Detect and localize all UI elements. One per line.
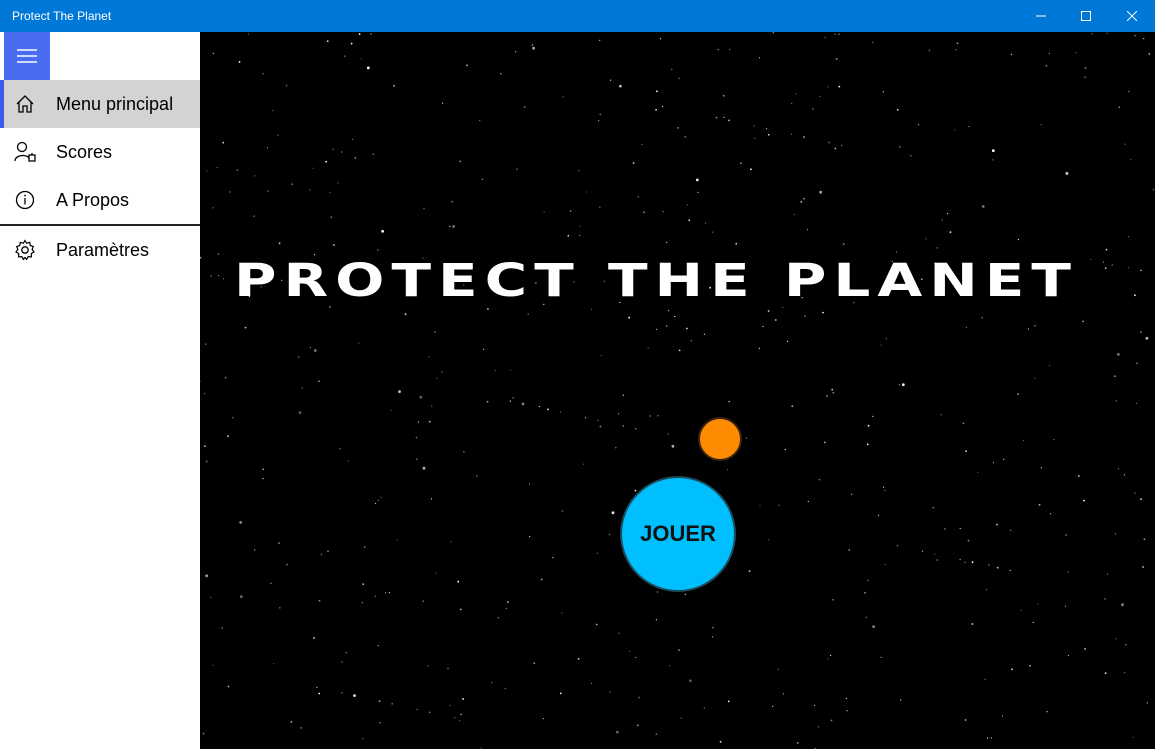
maximize-button[interactable] bbox=[1063, 0, 1109, 32]
minimize-icon bbox=[1036, 15, 1046, 17]
hamburger-icon bbox=[17, 49, 37, 63]
nav-item-scores[interactable]: Scores bbox=[0, 128, 200, 176]
play-button[interactable]: JOUER bbox=[620, 476, 736, 592]
nav-item-label: A Propos bbox=[56, 190, 130, 210]
maximize-icon bbox=[1081, 11, 1091, 21]
nav-item-label: Scores bbox=[56, 142, 113, 162]
close-button[interactable] bbox=[1109, 0, 1155, 32]
close-icon bbox=[1127, 11, 1137, 21]
minimize-button[interactable] bbox=[1018, 0, 1064, 32]
hamburger-button[interactable] bbox=[4, 32, 50, 80]
nav-item-label: Menu principal bbox=[56, 94, 174, 114]
orbiting-sun bbox=[698, 417, 742, 461]
play-button-label: JOUER bbox=[640, 521, 716, 546]
nav-item-parametres[interactable]: Paramètres bbox=[0, 226, 200, 274]
info-icon bbox=[14, 189, 36, 211]
nav-item-menu-principal[interactable]: Menu principal bbox=[0, 80, 200, 128]
nav-item-label: Paramètres bbox=[56, 240, 150, 260]
navigation-pane: Menu principal Scores A Propos Paramètre… bbox=[0, 32, 200, 749]
home-icon bbox=[14, 93, 36, 115]
title-bar: Protect The Planet bbox=[0, 0, 1155, 32]
window-title: Protect The Planet bbox=[12, 9, 112, 23]
game-title: PROTECT THE PLANET bbox=[234, 254, 1078, 308]
nav-item-a-propos[interactable]: A Propos bbox=[0, 176, 200, 224]
starfield bbox=[200, 32, 1155, 749]
gear-icon bbox=[14, 239, 36, 261]
user-badge-icon bbox=[14, 141, 36, 163]
game-canvas: PROTECT THE PLANET JOUER bbox=[200, 32, 1155, 749]
